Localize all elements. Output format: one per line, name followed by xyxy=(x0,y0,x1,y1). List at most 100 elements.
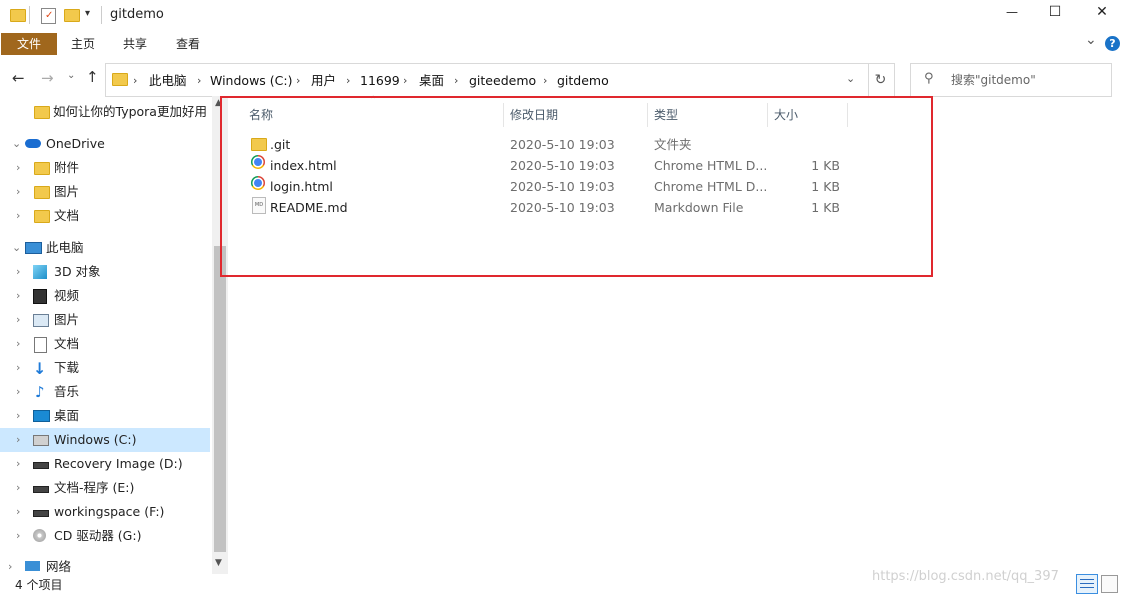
windows-drive-icon xyxy=(33,435,49,446)
chevron-right-icon[interactable]: › xyxy=(346,64,350,98)
back-arrow-icon[interactable]: ← xyxy=(12,69,25,87)
ribbon-tabs: 文件 主页 共享 查看 ⌄ ? xyxy=(0,31,1125,56)
drive-icon xyxy=(33,462,49,469)
nav-item-onedrive-documents[interactable]: › 文档 xyxy=(0,204,210,228)
breadcrumb-desktop[interactable]: 桌面 xyxy=(419,64,444,98)
scroll-thumb[interactable] xyxy=(214,246,226,552)
nav-label: 附件 xyxy=(54,160,80,175)
minimize-button[interactable]: — xyxy=(1002,5,1022,19)
recent-locations-chevron-icon[interactable]: ⌄ xyxy=(67,70,75,81)
scroll-down-arrow-icon[interactable]: ▼ xyxy=(215,558,222,568)
chevron-right-icon[interactable]: › xyxy=(16,180,20,204)
breadcrumb-windows-c[interactable]: Windows (C:) xyxy=(210,64,292,98)
chevron-right-icon[interactable]: › xyxy=(8,555,12,574)
nav-item-downloads[interactable]: › ↓ 下载 xyxy=(0,356,210,380)
chevron-right-icon[interactable]: › xyxy=(16,404,20,428)
chevron-right-icon[interactable]: › xyxy=(16,308,20,332)
properties-icon[interactable]: ✓ xyxy=(41,8,56,24)
nav-label: 图片 xyxy=(54,312,80,327)
chevron-right-icon[interactable]: › xyxy=(16,452,20,476)
nav-item-network[interactable]: › 网络 xyxy=(0,555,210,574)
details-view-icon[interactable] xyxy=(1076,574,1098,594)
nav-item-videos[interactable]: › 视频 xyxy=(0,284,210,308)
nav-label: 图片 xyxy=(54,184,80,199)
forward-arrow-icon[interactable]: → xyxy=(41,69,54,87)
chevron-right-icon[interactable]: › xyxy=(197,64,201,98)
ribbon-expand-icon[interactable]: ⌄ xyxy=(1085,32,1097,48)
drive-icon xyxy=(33,486,49,493)
nav-label: 视频 xyxy=(54,288,80,303)
nav-item-recovery-d[interactable]: › Recovery Image (D:) xyxy=(0,452,210,476)
nav-label: workingspace (F:) xyxy=(54,504,165,519)
chevron-right-icon[interactable]: › xyxy=(16,500,20,524)
nav-label: 此电脑 xyxy=(46,240,84,255)
desktop-icon xyxy=(33,410,50,422)
nav-item-documents[interactable]: › 文档 xyxy=(0,332,210,356)
nav-item-onedrive[interactable]: ⌄ OneDrive xyxy=(0,132,210,156)
breadcrumb-giteedemo[interactable]: giteedemo xyxy=(469,64,536,98)
tab-home[interactable]: 主页 xyxy=(62,33,104,55)
chevron-right-icon[interactable]: › xyxy=(16,156,20,180)
title-bar: ✓ ▾ gitdemo — ☐ ✕ xyxy=(0,0,1125,31)
address-bar[interactable]: › 此电脑 › Windows (C:) › 用户 › 11699 › 桌面 ›… xyxy=(105,63,869,97)
breadcrumb-users[interactable]: 用户 xyxy=(311,64,336,98)
chevron-right-icon[interactable]: › xyxy=(16,524,20,548)
nav-label: 3D 对象 xyxy=(54,264,101,279)
nav-label: Windows (C:) xyxy=(54,432,137,447)
tab-file[interactable]: 文件 xyxy=(1,33,57,55)
tab-share[interactable]: 共享 xyxy=(114,33,156,55)
nav-item-cd-drive-g[interactable]: › CD 驱动器 (G:) xyxy=(0,524,210,548)
nav-item-pictures[interactable]: › 图片 xyxy=(0,308,210,332)
breadcrumb-this-pc[interactable]: 此电脑 xyxy=(149,64,187,98)
cube-icon xyxy=(33,265,47,279)
nav-label: CD 驱动器 (G:) xyxy=(54,528,142,543)
chevron-right-icon[interactable]: › xyxy=(454,64,458,98)
nav-item-workingspace-f[interactable]: › workingspace (F:) xyxy=(0,500,210,524)
chevron-down-icon[interactable]: ⌄ xyxy=(12,132,21,156)
nav-item-this-pc[interactable]: ⌄ 此电脑 xyxy=(0,236,210,260)
chevron-right-icon[interactable]: › xyxy=(543,64,547,98)
chevron-right-icon[interactable]: › xyxy=(16,332,20,356)
nav-item-onedrive-pictures[interactable]: › 图片 xyxy=(0,180,210,204)
chevron-right-icon[interactable]: › xyxy=(16,260,20,284)
chevron-right-icon[interactable]: › xyxy=(133,64,137,98)
nav-item-desktop[interactable]: › 桌面 xyxy=(0,404,210,428)
search-box[interactable]: ⚲ 搜索"gitdemo" xyxy=(910,63,1112,97)
address-dropdown-icon[interactable]: ⌄ xyxy=(846,72,855,85)
chevron-down-icon[interactable]: ⌄ xyxy=(12,236,21,260)
document-icon xyxy=(34,337,47,353)
chevron-right-icon[interactable]: › xyxy=(16,204,20,228)
breadcrumb-11699[interactable]: 11699 xyxy=(360,64,400,98)
nav-item-documents-e[interactable]: › 文档-程序 (E:) xyxy=(0,476,210,500)
nav-item-music[interactable]: › ♪ 音乐 xyxy=(0,380,210,404)
maximize-button[interactable]: ☐ xyxy=(1045,4,1065,20)
music-note-icon: ♪ xyxy=(35,383,45,401)
close-button[interactable]: ✕ xyxy=(1092,4,1112,20)
breadcrumb-gitdemo[interactable]: gitdemo xyxy=(557,64,609,98)
chevron-right-icon[interactable]: › xyxy=(16,356,20,380)
nav-label: 如何让你的Typora更加好用 xyxy=(53,104,207,119)
nav-item-onedrive-attachments[interactable]: › 附件 xyxy=(0,156,210,180)
large-icons-view-icon[interactable] xyxy=(1101,575,1118,593)
nav-item-3d-objects[interactable]: › 3D 对象 xyxy=(0,260,210,284)
nav-label: 文档-程序 (E:) xyxy=(54,480,135,495)
divider xyxy=(101,6,102,24)
quick-access-dropdown-icon[interactable]: ▾ xyxy=(85,8,90,19)
new-folder-icon[interactable] xyxy=(64,9,80,22)
chevron-right-icon[interactable]: › xyxy=(16,476,20,500)
divider xyxy=(29,6,30,24)
nav-item-windows-c[interactable]: › Windows (C:) xyxy=(0,428,210,452)
nav-item-pinned[interactable]: 如何让你的Typora更加好用 xyxy=(0,100,210,124)
chevron-right-icon[interactable]: › xyxy=(16,284,20,308)
folder-icon xyxy=(34,162,50,175)
chevron-right-icon[interactable]: › xyxy=(296,64,300,98)
picture-icon xyxy=(33,314,49,327)
help-icon[interactable]: ? xyxy=(1105,36,1120,51)
chevron-right-icon[interactable]: › xyxy=(16,380,20,404)
drive-icon xyxy=(33,510,49,517)
up-arrow-icon[interactable]: ↑ xyxy=(86,68,99,86)
refresh-icon[interactable]: ↻ xyxy=(867,63,895,97)
chevron-right-icon[interactable]: › xyxy=(16,428,20,452)
tab-view[interactable]: 查看 xyxy=(167,33,209,55)
chevron-right-icon[interactable]: › xyxy=(403,64,407,98)
